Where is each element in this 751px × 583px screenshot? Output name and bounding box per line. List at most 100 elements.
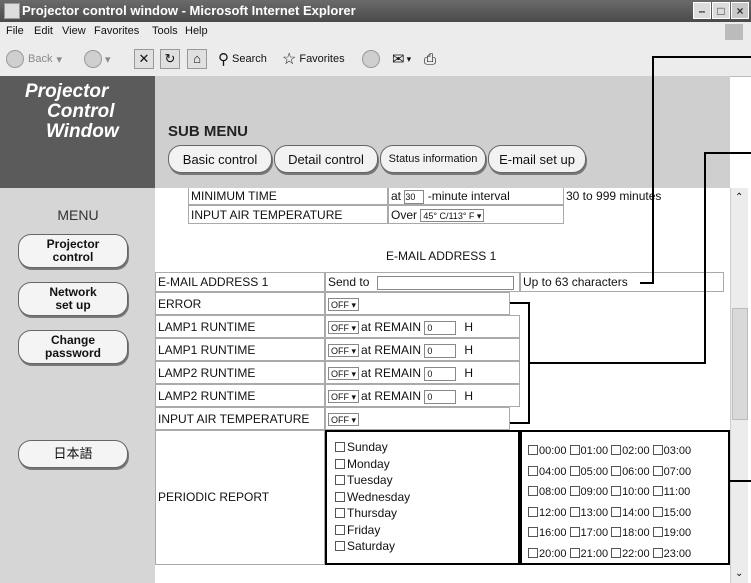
day-checkbox-row[interactable]: Friday (335, 522, 410, 539)
checkbox[interactable] (611, 445, 622, 455)
checkbox[interactable] (528, 506, 538, 517)
time-checkbox[interactable]: 10:00 (611, 486, 650, 498)
time-checkbox[interactable]: 18:00 (611, 527, 650, 539)
time-checkbox[interactable]: 16:00 (528, 527, 567, 539)
time-checkbox[interactable]: 17:00 (569, 527, 608, 539)
checkbox[interactable] (569, 547, 580, 558)
day-checkbox-row[interactable]: Monday (335, 456, 410, 473)
menu-tools[interactable]: Tools (152, 25, 178, 37)
checkbox[interactable] (335, 541, 345, 551)
checkbox[interactable] (652, 486, 663, 496)
checkbox[interactable] (569, 527, 580, 537)
checkbox[interactable] (569, 445, 580, 455)
refresh-button[interactable]: ↻ (160, 49, 180, 69)
event-select[interactable]: OFF ▾ (328, 413, 360, 427)
basic-control-button[interactable]: Basic control (168, 145, 272, 173)
checkbox[interactable] (528, 445, 538, 455)
email-setup-button[interactable]: E-mail set up (488, 145, 586, 173)
time-checkbox[interactable]: 11:00 (652, 486, 690, 498)
time-checkbox[interactable]: 07:00 (652, 465, 691, 478)
print-button[interactable]: ⎙ (424, 49, 436, 69)
projector-control-button[interactable]: Projector control (18, 234, 128, 268)
japanese-language-button[interactable]: 日本語 (18, 440, 128, 468)
time-checkbox[interactable]: 15:00 (652, 506, 691, 519)
checkbox[interactable] (528, 547, 538, 558)
day-checkbox-row[interactable]: Wednesday (335, 489, 410, 506)
day-checkbox-row[interactable]: Sunday (335, 439, 410, 456)
time-checkbox[interactable]: 14:00 (611, 506, 650, 519)
menu-help[interactable]: Help (185, 25, 208, 37)
time-checkbox[interactable]: 00:00 (528, 445, 567, 457)
checkbox[interactable] (611, 527, 622, 537)
time-checkbox[interactable]: 20:00 (528, 547, 567, 560)
time-checkbox[interactable]: 19:00 (652, 527, 691, 539)
menu-view[interactable]: View (62, 25, 86, 37)
time-checkbox[interactable]: 23:00 (652, 547, 691, 560)
checkbox[interactable] (528, 465, 538, 476)
checkbox[interactable] (569, 465, 580, 476)
time-checkbox[interactable]: 03:00 (652, 445, 691, 457)
menu-file[interactable]: File (6, 25, 24, 37)
time-checkbox[interactable]: 08:00 (528, 486, 567, 498)
checkbox[interactable] (652, 445, 663, 455)
scrollbar-thumb[interactable] (732, 308, 748, 420)
time-checkbox[interactable]: 21:00 (569, 547, 608, 560)
checkbox[interactable] (335, 524, 345, 535)
menu-favorites[interactable]: Favorites (94, 25, 139, 37)
remain-hours-input[interactable]: 0 (424, 343, 457, 358)
status-information-button[interactable]: Status information (380, 145, 486, 173)
detail-control-button[interactable]: Detail control (274, 145, 378, 173)
checkbox[interactable] (528, 486, 538, 496)
checkbox[interactable] (569, 506, 580, 517)
checkbox[interactable] (611, 465, 622, 476)
search-button[interactable]: ⚲ Search (218, 49, 267, 69)
time-checkbox[interactable]: 09:00 (569, 486, 608, 498)
close-button[interactable]: × (731, 2, 749, 19)
event-select[interactable]: OFF ▾ (328, 321, 360, 335)
menu-edit[interactable]: Edit (34, 25, 53, 37)
time-checkbox[interactable]: 01:00 (569, 445, 608, 457)
scroll-up-icon[interactable]: ⌃ (735, 192, 743, 203)
scroll-down-icon[interactable]: ⌄ (735, 568, 743, 579)
checkbox[interactable] (335, 475, 345, 485)
minimum-time-input[interactable]: 30 (404, 189, 425, 204)
day-checkbox-row[interactable]: Saturday (335, 538, 410, 555)
home-button[interactable]: ⌂ (187, 49, 207, 69)
time-checkbox[interactable]: 12:00 (528, 506, 567, 519)
event-select[interactable]: OFF ▾ (328, 344, 360, 358)
remain-hours-input[interactable]: 0 (424, 366, 457, 381)
day-checkbox-row[interactable]: Tuesday (335, 472, 410, 489)
stop-button[interactable]: ✕ (134, 49, 154, 69)
change-password-button[interactable]: Change password (18, 330, 128, 364)
maximize-button[interactable]: □ (712, 2, 730, 19)
remain-hours-input[interactable]: 0 (424, 320, 457, 335)
time-checkbox[interactable]: 13:00 (569, 506, 608, 519)
checkbox[interactable] (335, 458, 345, 469)
temperature-select[interactable]: 45° C/113° F ▾ (420, 209, 485, 223)
checkbox[interactable] (569, 486, 580, 496)
checkbox[interactable] (335, 442, 345, 452)
back-button[interactable]: Back ▾ (6, 49, 62, 69)
time-checkbox[interactable]: 22:00 (611, 547, 650, 560)
mail-button[interactable]: ✉ ▾ (392, 49, 411, 69)
time-checkbox[interactable]: 05:00 (569, 465, 608, 478)
history-button[interactable] (362, 49, 380, 69)
time-checkbox[interactable]: 06:00 (611, 465, 650, 478)
event-select[interactable]: OFF ▾ (328, 298, 360, 312)
network-setup-button[interactable]: Network set up (18, 282, 128, 316)
minimize-button[interactable]: – (693, 2, 711, 19)
event-select[interactable]: OFF ▾ (328, 390, 360, 404)
checkbox[interactable] (652, 465, 663, 476)
vertical-scrollbar[interactable]: ⌃ ⌄ (730, 188, 748, 583)
remain-hours-input[interactable]: 0 (424, 389, 457, 404)
checkbox[interactable] (652, 527, 663, 537)
checkbox[interactable] (335, 491, 345, 502)
checkbox[interactable] (611, 547, 622, 558)
checkbox[interactable] (652, 506, 663, 517)
checkbox[interactable] (611, 486, 622, 496)
time-checkbox[interactable]: 02:00 (611, 445, 650, 457)
day-checkbox-row[interactable]: Thursday (335, 505, 410, 522)
checkbox[interactable] (335, 508, 345, 518)
email-address-input[interactable] (376, 275, 514, 290)
checkbox[interactable] (652, 547, 663, 558)
